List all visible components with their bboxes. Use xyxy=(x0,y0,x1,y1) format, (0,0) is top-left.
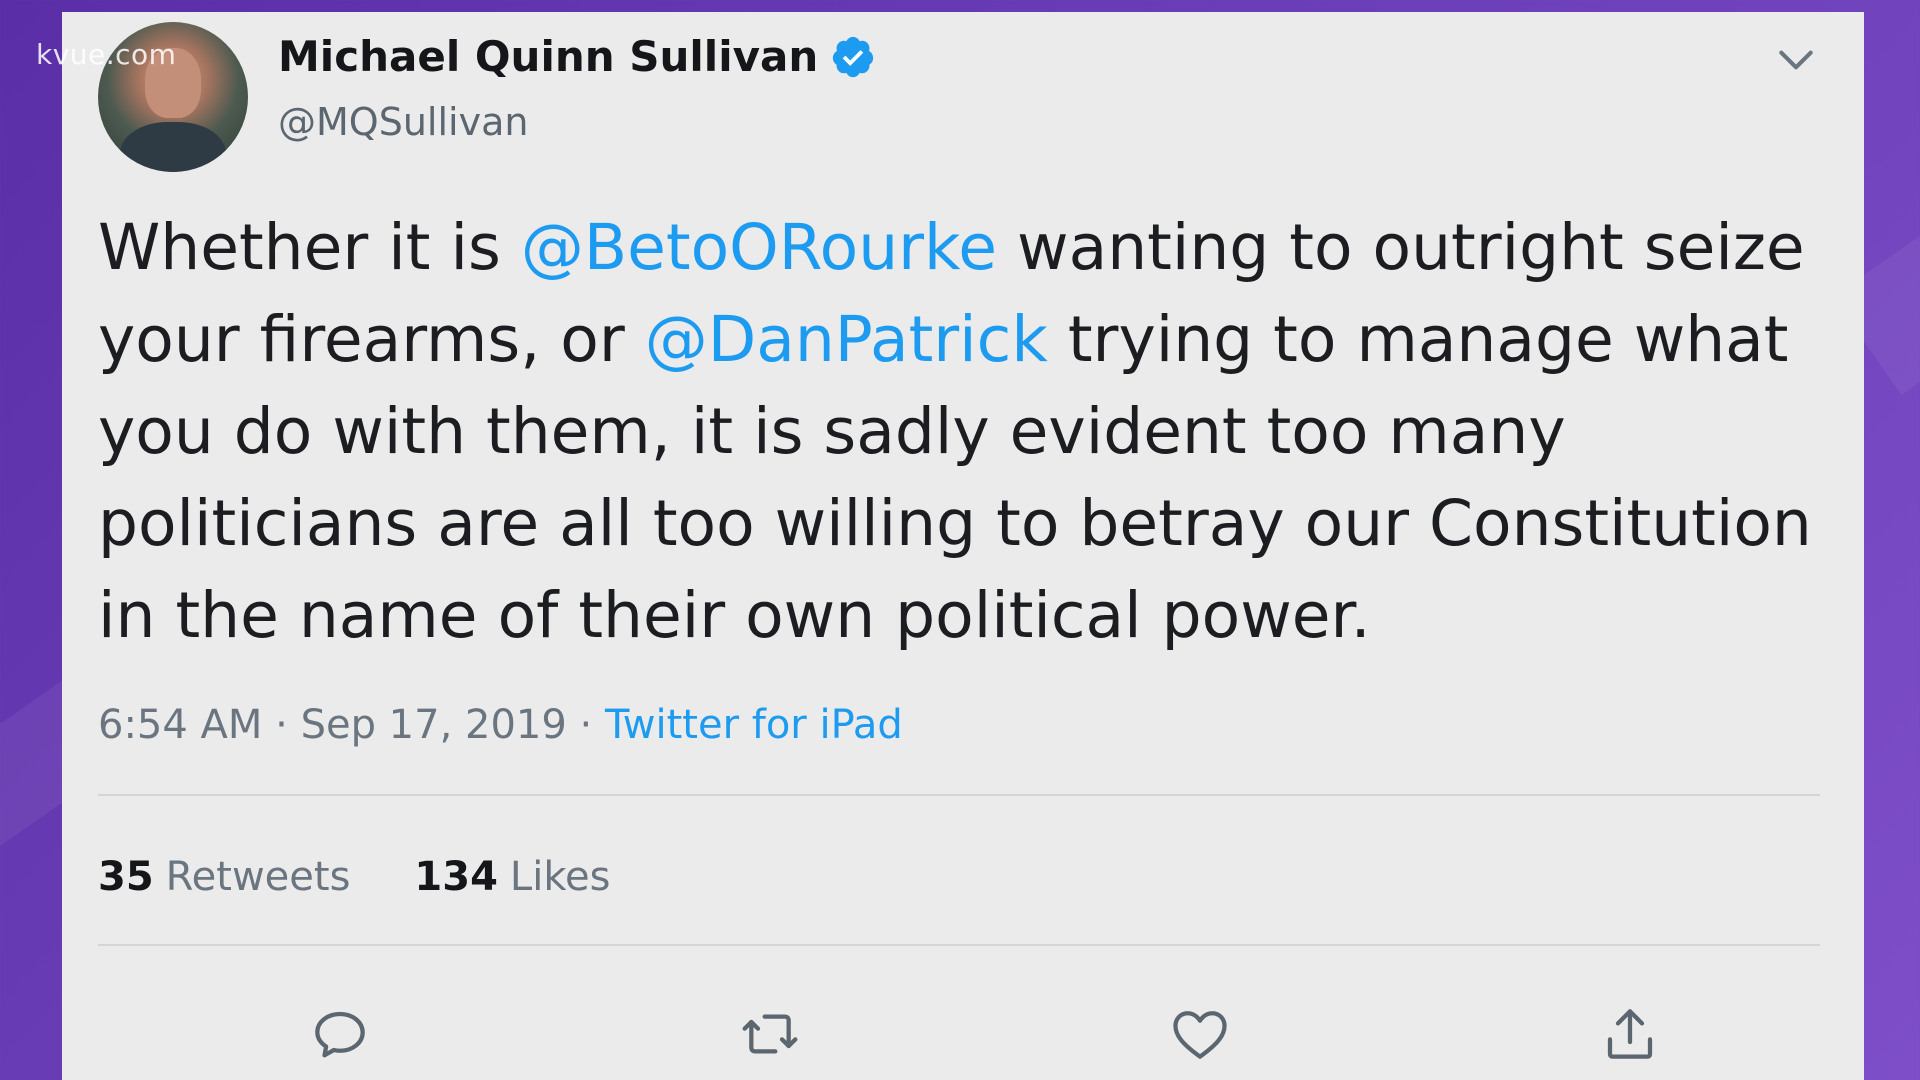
tweet-text: Whether it is @BetoORourke wanting to ou… xyxy=(98,202,1838,662)
tweet-date[interactable]: Sep 17, 2019 xyxy=(301,702,567,748)
retweet-button[interactable] xyxy=(738,1002,802,1066)
likes-count: 134 xyxy=(414,854,498,900)
author-row: Michael Quinn Sullivan xyxy=(278,32,876,81)
tweet-card: Michael Quinn Sullivan @MQSullivan Wheth… xyxy=(62,12,1864,1080)
tweet-actions xyxy=(98,1002,1820,1066)
like-button[interactable] xyxy=(1168,1002,1232,1066)
reply-button[interactable] xyxy=(308,1002,372,1066)
mention-link[interactable]: @BetoORourke xyxy=(521,211,997,284)
reply-icon xyxy=(315,1011,365,1058)
meta-separator: · xyxy=(262,702,301,748)
author-handle[interactable]: @MQSullivan xyxy=(278,100,528,144)
tweet-time[interactable]: 6:54 AM xyxy=(98,702,262,748)
likes-stat[interactable]: 134 Likes xyxy=(414,854,610,900)
tweet-source-link[interactable]: Twitter for iPad xyxy=(605,702,903,748)
tweet-text-part: Whether it is xyxy=(98,211,521,284)
chevron-down-icon[interactable] xyxy=(1774,38,1818,82)
share-icon xyxy=(1607,1009,1653,1059)
retweets-label: Retweets xyxy=(165,854,351,900)
verified-badge-icon xyxy=(833,36,874,77)
mention-link[interactable]: @DanPatrick xyxy=(645,303,1048,376)
heart-icon xyxy=(1173,1011,1227,1059)
tweet-meta: 6:54 AM · Sep 17, 2019 · Twitter for iPa… xyxy=(98,702,903,748)
retweet-icon xyxy=(742,1014,798,1054)
retweets-count: 35 xyxy=(98,854,154,900)
divider xyxy=(98,944,1820,946)
retweets-stat[interactable]: 35 Retweets xyxy=(98,854,350,900)
channel-watermark: kvue.com xyxy=(36,38,177,71)
meta-separator: · xyxy=(566,702,605,748)
author-name[interactable]: Michael Quinn Sullivan xyxy=(278,32,818,81)
avatar-shirt xyxy=(120,122,226,172)
tweet-stats: 35 Retweets 134 Likes xyxy=(98,854,611,900)
divider xyxy=(98,794,1820,796)
share-button[interactable] xyxy=(1598,1002,1662,1066)
likes-label: Likes xyxy=(509,854,611,900)
